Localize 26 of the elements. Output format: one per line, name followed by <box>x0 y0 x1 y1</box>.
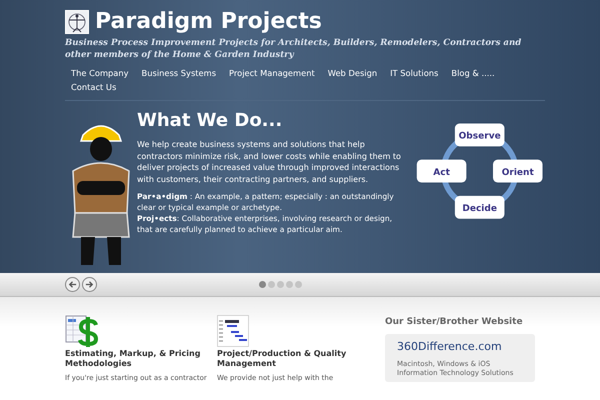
nav-link[interactable]: IT Solutions <box>390 66 438 80</box>
nav-link[interactable]: Business Systems <box>142 66 216 80</box>
nav-link[interactable]: Project Management <box>229 66 315 80</box>
nav-link[interactable]: Blog & ..... <box>451 66 495 80</box>
sidebar-link[interactable]: 360Difference.com <box>397 340 523 354</box>
spreadsheet-dollar-icon <box>65 315 99 347</box>
previous-button[interactable] <box>65 277 80 292</box>
nav-link[interactable]: The Company <box>71 66 129 80</box>
cycle-step: Decide <box>454 196 504 219</box>
hero-intro: We help create business systems and solutions that help contractors minimize risk, and lower costs while enabling them to deliver projects of increased value through improved interactions with customers, their contracting partners, and suppliers. <box>137 139 402 185</box>
site-tagline: Business Process Improvement Projects for Architects, Builders, Remodelers, Contractors and other members of the Home & Garden Industry <box>65 37 522 61</box>
nav-link[interactable]: Web Design <box>328 66 378 80</box>
gantt-chart-icon <box>217 315 249 347</box>
cycle-step: Act <box>416 160 466 183</box>
sidebar-heading: Our Sister/Brother Website <box>385 316 524 328</box>
feature-heading: Estimating, Markup, & Pricing Methodologies <box>65 349 202 369</box>
hero-heading: What We Do... <box>137 109 284 133</box>
left-arrow-icon <box>68 280 77 289</box>
cycle-step: Observe <box>454 123 504 146</box>
right-arrow-icon <box>85 280 94 289</box>
vitruvian-man-logo-icon <box>65 10 89 34</box>
feature-heading: Project/Production & Quality Management <box>217 349 348 369</box>
site-title: Paradigm Projects <box>95 11 322 33</box>
nav-link[interactable]: Contact Us <box>71 80 116 94</box>
next-button[interactable] <box>82 277 97 292</box>
cycle-step: Orient <box>493 160 543 183</box>
